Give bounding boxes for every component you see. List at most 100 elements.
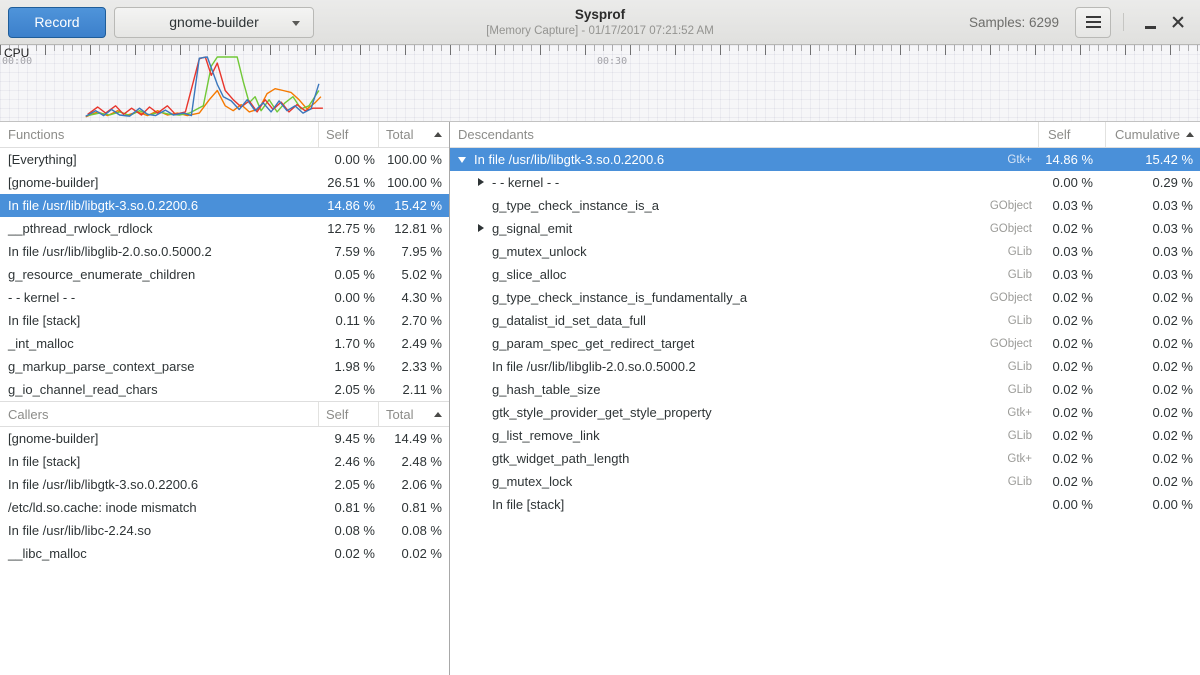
descendants-table: In file /usr/lib/libgtk-3.so.0.2200.6 Gtk… xyxy=(450,148,1200,516)
table-row[interactable]: In file /usr/lib/libc-2.24.so0.08 %0.08 … xyxy=(0,519,449,542)
cpu-line-cpu-red xyxy=(88,57,323,115)
total-percent: 2.11 % xyxy=(378,382,449,397)
tree-row[interactable]: In file /usr/lib/libglib-2.0.so.0.5000.2… xyxy=(450,355,1200,378)
table-row[interactable]: - - kernel - -0.00 %4.30 % xyxy=(0,286,449,309)
descendant-name: g_signal_emit xyxy=(492,221,572,236)
function-name: In file /usr/lib/libgtk-3.so.0.2200.6 xyxy=(0,477,318,492)
self-percent: 0.02 % xyxy=(1038,313,1105,328)
table-row[interactable]: __pthread_rwlock_rdlock12.75 %12.81 % xyxy=(0,217,449,240)
table-row[interactable]: [Everything]0.00 %100.00 % xyxy=(0,148,449,171)
tree-row[interactable]: g_signal_emitGObject0.02 %0.03 % xyxy=(450,217,1200,240)
expander-spacer xyxy=(476,339,485,348)
process-selector-dropdown[interactable]: gnome-builder xyxy=(114,7,314,38)
self-percent: 0.03 % xyxy=(1038,244,1105,259)
function-name: In file /usr/lib/libglib-2.0.so.0.5000.2 xyxy=(0,244,318,259)
functions-column-header[interactable]: Functions xyxy=(0,122,318,147)
table-row[interactable]: g_resource_enumerate_children0.05 %5.02 … xyxy=(0,263,449,286)
descendant-name: In file /usr/lib/libgtk-3.so.0.2200.6 xyxy=(474,152,664,167)
table-row[interactable]: g_markup_parse_context_parse1.98 %2.33 % xyxy=(0,355,449,378)
self-percent: 0.00 % xyxy=(1038,497,1105,512)
self-percent: 0.05 % xyxy=(318,267,378,282)
expander-right-icon[interactable] xyxy=(476,224,485,233)
tree-row[interactable]: In file /usr/lib/libgtk-3.so.0.2200.6Gtk… xyxy=(450,148,1200,171)
function-name: /etc/ld.so.cache: inode mismatch xyxy=(0,500,318,515)
total-percent: 12.81 % xyxy=(378,221,449,236)
function-name: [gnome-builder] xyxy=(0,431,318,446)
tree-row[interactable]: g_list_remove_linkGLib0.02 %0.02 % xyxy=(450,424,1200,447)
total-percent: 0.02 % xyxy=(378,546,449,561)
tree-row[interactable]: g_type_check_instance_is_fundamentally_a… xyxy=(450,286,1200,309)
descendant-name: In file [stack] xyxy=(492,497,564,512)
cumulative-percent: 0.29 % xyxy=(1105,175,1200,190)
page-title: Sysprof xyxy=(486,7,714,24)
self-percent: 0.02 % xyxy=(1038,474,1105,489)
function-name: [Everything] xyxy=(0,152,318,167)
main-area: Functions Self Total [Everything]0.00 %1… xyxy=(0,122,1200,675)
cumulative-percent: 0.02 % xyxy=(1105,451,1200,466)
descendant-name-cell: In file [stack] xyxy=(450,497,1032,512)
table-row[interactable]: In file /usr/lib/libgtk-3.so.0.2200.614.… xyxy=(0,194,449,217)
total-percent: 100.00 % xyxy=(378,175,449,190)
table-row[interactable]: _int_malloc1.70 %2.49 % xyxy=(0,332,449,355)
descendants-column-header[interactable]: Descendants xyxy=(450,122,1038,147)
expander-right-icon[interactable] xyxy=(476,178,485,187)
function-name: _int_malloc xyxy=(0,336,318,351)
descendant-name: g_type_check_instance_is_fundamentally_a xyxy=(492,290,747,305)
function-name: In file [stack] xyxy=(0,313,318,328)
tree-row[interactable]: gtk_widget_path_lengthGtk+0.02 %0.02 % xyxy=(450,447,1200,470)
library-tag: Gtk+ xyxy=(1007,453,1038,465)
table-row[interactable]: [gnome-builder]9.45 %14.49 % xyxy=(0,427,449,450)
sort-ascending-icon xyxy=(434,412,442,417)
table-row[interactable]: __libc_malloc0.02 %0.02 % xyxy=(0,542,449,565)
callers-self-column-header[interactable]: Self xyxy=(318,402,378,426)
tree-row[interactable]: g_mutex_lockGLib0.02 %0.02 % xyxy=(450,470,1200,493)
self-percent: 0.02 % xyxy=(1038,290,1105,305)
self-percent: 14.86 % xyxy=(1038,152,1105,167)
tree-row[interactable]: gtk_style_provider_get_style_propertyGtk… xyxy=(450,401,1200,424)
descendants-cumulative-column-header[interactable]: Cumulative xyxy=(1105,122,1200,147)
descendants-self-column-header[interactable]: Self xyxy=(1038,122,1105,147)
menu-button[interactable] xyxy=(1075,7,1111,38)
cumulative-percent: 0.02 % xyxy=(1105,405,1200,420)
close-icon xyxy=(1171,15,1185,29)
tree-row[interactable]: In file [stack] 0.00 %0.00 % xyxy=(450,493,1200,516)
table-row[interactable]: /etc/ld.so.cache: inode mismatch0.81 %0.… xyxy=(0,496,449,519)
total-percent: 5.02 % xyxy=(378,267,449,282)
tree-row[interactable]: g_mutex_unlockGLib0.03 %0.03 % xyxy=(450,240,1200,263)
descendants-cumulative-label: Cumulative xyxy=(1115,122,1180,147)
callers-total-column-header[interactable]: Total xyxy=(378,402,449,426)
sort-ascending-icon xyxy=(434,132,442,137)
minimize-button[interactable] xyxy=(1136,8,1164,36)
functions-total-column-header[interactable]: Total xyxy=(378,122,449,147)
expander-down-icon[interactable] xyxy=(458,155,467,164)
table-row[interactable]: In file [stack]2.46 %2.48 % xyxy=(0,450,449,473)
cumulative-percent: 0.02 % xyxy=(1105,474,1200,489)
callers-column-header[interactable]: Callers xyxy=(0,402,318,426)
self-percent: 7.59 % xyxy=(318,244,378,259)
table-row[interactable]: g_io_channel_read_chars2.05 %2.11 % xyxy=(0,378,449,401)
table-row[interactable]: In file /usr/lib/libgtk-3.so.0.2200.62.0… xyxy=(0,473,449,496)
descendant-name-cell: g_datalist_id_set_data_full xyxy=(450,313,1008,328)
functions-self-column-header[interactable]: Self xyxy=(318,122,378,147)
tree-row[interactable]: g_type_check_instance_is_aGObject0.03 %0… xyxy=(450,194,1200,217)
self-percent: 0.02 % xyxy=(1038,336,1105,351)
tree-row[interactable]: - - kernel - -0.00 %0.29 % xyxy=(450,171,1200,194)
cumulative-percent: 0.00 % xyxy=(1105,497,1200,512)
close-button[interactable] xyxy=(1164,8,1192,36)
function-name: g_markup_parse_context_parse xyxy=(0,359,318,374)
table-row[interactable]: In file /usr/lib/libglib-2.0.so.0.5000.2… xyxy=(0,240,449,263)
tree-row[interactable]: g_slice_allocGLib0.03 %0.03 % xyxy=(450,263,1200,286)
tree-row[interactable]: g_datalist_id_set_data_fullGLib0.02 %0.0… xyxy=(450,309,1200,332)
total-percent: 4.30 % xyxy=(378,290,449,305)
cpu-graph[interactable]: CPU 00:00 00:30 xyxy=(0,45,1200,122)
descendant-name-cell: g_list_remove_link xyxy=(450,428,1008,443)
total-percent: 2.48 % xyxy=(378,454,449,469)
library-tag: GLib xyxy=(1008,315,1038,327)
self-percent: 0.02 % xyxy=(1038,359,1105,374)
tree-row[interactable]: g_param_spec_get_redirect_targetGObject0… xyxy=(450,332,1200,355)
tree-row[interactable]: g_hash_table_sizeGLib0.02 %0.02 % xyxy=(450,378,1200,401)
record-button[interactable]: Record xyxy=(8,7,106,38)
cpu-line-cpu-blue xyxy=(86,57,319,116)
table-row[interactable]: In file [stack]0.11 %2.70 % xyxy=(0,309,449,332)
table-row[interactable]: [gnome-builder]26.51 %100.00 % xyxy=(0,171,449,194)
